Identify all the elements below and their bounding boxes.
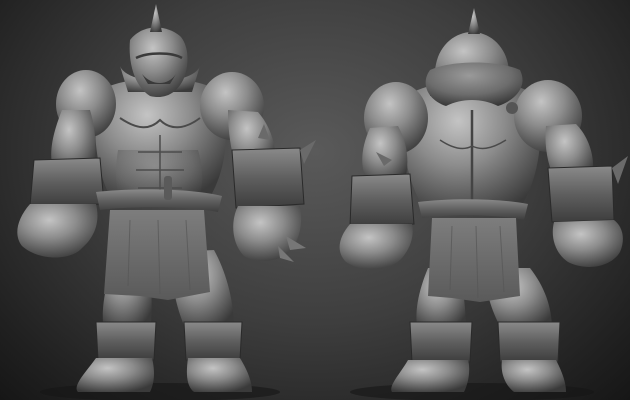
orc-back-figure [339,8,628,400]
sculpt-render [17,4,628,400]
sculpt-viewport [0,0,630,400]
orc-front-figure [17,4,316,400]
